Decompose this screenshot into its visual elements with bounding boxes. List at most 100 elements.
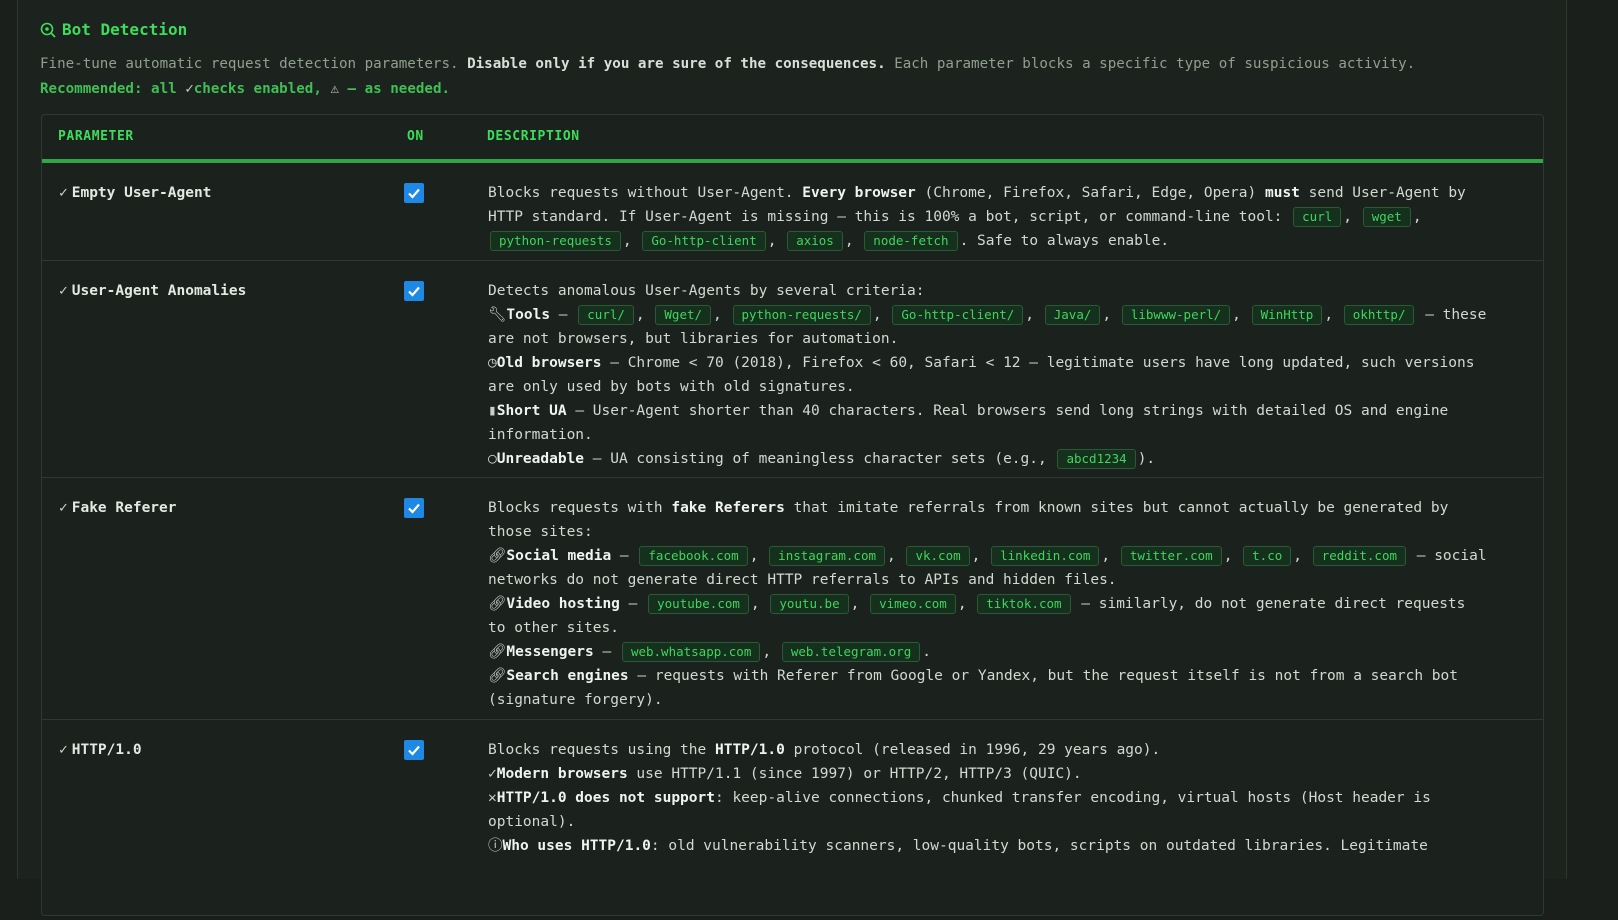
- param-label: HTTP/1.0: [71, 742, 142, 758]
- panel-right-border: [1566, 0, 1567, 879]
- desc-text: protocol (released in 1996, 29 years ago…: [793, 742, 1161, 758]
- code-tag: python-requests: [490, 231, 621, 251]
- enable-checkbox-fake-referer[interactable]: [404, 498, 424, 518]
- param-description: Blocks requests without User-Agent. Ever…: [488, 185, 1466, 251]
- rec-text-b: checks enabled,: [193, 81, 322, 97]
- code-tag: WinHttp: [1251, 305, 1323, 325]
- enable-checkbox-http10[interactable]: [404, 740, 424, 760]
- enable-checkbox-user-agent-anomalies[interactable]: [404, 281, 424, 301]
- param-name: ✓ HTTP/1.0: [59, 742, 142, 758]
- code-tag: vimeo.com: [870, 594, 956, 614]
- code-tag: youtube.com: [648, 594, 749, 614]
- code-tag: curl/: [578, 305, 634, 325]
- desc-social-media: 🔗︎Social media — facebook.com, instagram…: [488, 546, 1487, 588]
- code-tag: web.whatsapp.com: [621, 642, 761, 662]
- desc-text: Blocks requests with: [488, 500, 663, 516]
- code-tag: twitter.com: [1120, 546, 1222, 566]
- param-label: Empty User-Agent: [71, 185, 212, 201]
- table-row-user-agent-anomalies: ✓ User-Agent Anomalies Detects anomalous…: [42, 261, 1543, 478]
- code-tag: facebook.com: [639, 546, 748, 566]
- param-name: ✓ User-Agent Anomalies: [59, 283, 246, 299]
- code-tag: youtu.be: [770, 594, 849, 614]
- bar-chart-icon: ▮: [488, 403, 497, 419]
- link-icon: 🔗︎: [488, 668, 507, 684]
- desc-text: . Safe to always enable.: [959, 233, 1170, 249]
- desc-intro: Blocks requests using the HTTP/1.0 proto…: [488, 738, 1488, 762]
- drop-icon: ○: [488, 451, 497, 467]
- param-label: Fake Referer: [71, 500, 177, 516]
- desc-intro: Detects anomalous User-Agents by several…: [488, 283, 925, 299]
- desc-intro: Blocks requests with fake Referers that …: [488, 496, 1488, 544]
- desc-bold: Who uses HTTP/1.0: [502, 838, 651, 854]
- recommendation: Recommended: all ✓checks enabled, ⚠ — as…: [40, 81, 450, 97]
- desc-text: — UA consisting of meaningless character…: [592, 451, 1047, 467]
- param-description: Blocks requests using the HTTP/1.0 proto…: [488, 738, 1488, 858]
- checkmark-icon: [408, 503, 420, 514]
- code-tag: Go-http-client/: [892, 305, 1024, 325]
- desc-bold: Search engines: [506, 668, 629, 684]
- checkmark-icon: [408, 745, 420, 756]
- table-row-empty-user-agent: ✓ Empty User-Agent Blocks requests witho…: [42, 163, 1543, 261]
- param-description: Blocks requests with fake Referers that …: [488, 496, 1488, 712]
- desc-text: — Chrome < 70 (2018), Firefox < 60, Safa…: [488, 355, 1475, 395]
- desc-text: Blocks requests without User-Agent.: [488, 185, 794, 201]
- link-icon: 🔗︎: [488, 548, 507, 564]
- param-name: ✓ Empty User-Agent: [59, 185, 211, 201]
- table-row-fake-referer: ✓ Fake Referer Blocks requests with fake…: [42, 478, 1543, 720]
- wrench-icon: 🔧︎: [488, 307, 507, 323]
- section-intro: Fine-tune automatic request detection pa…: [40, 52, 1520, 102]
- code-tag: reddit.com: [1312, 546, 1406, 566]
- rec-text-a: Recommended: all: [40, 81, 177, 97]
- desc-text: Blocks requests using the: [488, 742, 707, 758]
- table-row-http10: ✓ HTTP/1.0 Blocks requests using the HTT…: [42, 720, 1543, 920]
- info-circle-icon: ⓘ: [488, 838, 503, 854]
- header-description: DESCRIPTION: [487, 129, 580, 144]
- code-tag: okhttp/: [1343, 305, 1415, 325]
- param-description: Detects anomalous User-Agents by several…: [488, 279, 1488, 471]
- desc-text: (Chrome, Firefox, Safari, Edge, Opera): [924, 185, 1257, 201]
- desc-text: — requests with Referer from Google or Y…: [488, 668, 1458, 708]
- desc-bold: Short UA: [496, 403, 567, 419]
- code-tag: libwww-perl/: [1121, 305, 1231, 325]
- desc-text: — User-Agent shorter than 40 characters.…: [488, 403, 1449, 443]
- clock-icon: ◷: [488, 355, 497, 371]
- code-tag: instagram.com: [769, 546, 886, 566]
- checkmark-icon: ✓: [59, 283, 68, 299]
- code-tag: axios: [787, 231, 843, 251]
- desc-bold: HTTP/1.0 does not support: [496, 790, 715, 806]
- desc-bold: Unreadable: [496, 451, 585, 467]
- code-tag: Wget/: [655, 305, 712, 325]
- desc-modern-browsers: ✓Modern browsers use HTTP/1.1 (since 199…: [488, 762, 1488, 786]
- desc-bold: Every browser: [802, 185, 916, 201]
- desc-bold: HTTP/1.0: [714, 742, 785, 758]
- desc-bold: Messengers: [506, 644, 594, 660]
- checkmark-icon: ✓: [59, 742, 68, 758]
- link-icon: 🔗︎: [488, 644, 507, 660]
- code-tag: web.telegram.org: [781, 642, 921, 662]
- checkmark-icon: ✓: [185, 81, 194, 97]
- desc-tools: 🔧︎Tools — curl/, Wget/, python-requests/…: [488, 305, 1487, 347]
- desc-video-hosting: 🔗︎Video hosting — youtube.com, youtu.be,…: [488, 594, 1466, 636]
- desc-short-ua: ▮Short UA — User-Agent shorter than 40 c…: [488, 399, 1488, 447]
- code-tag: Go-http-client: [642, 231, 766, 251]
- desc-bold: Tools: [506, 307, 551, 323]
- intro-text: Fine-tune automatic request detection pa…: [40, 56, 459, 72]
- code-tag: linkedin.com: [991, 546, 1100, 566]
- search-shield-icon: [40, 22, 56, 38]
- warning-triangle-icon: ⚠: [330, 81, 339, 97]
- code-tag: vk.com: [906, 546, 970, 566]
- code-tag: python-requests/: [732, 305, 871, 325]
- intro-text-2: Each parameter blocks a specific type of…: [894, 56, 1416, 72]
- checkmark-icon: ✓: [59, 185, 68, 201]
- checkmark-icon: [408, 286, 420, 297]
- checkmark-icon: ✓: [488, 766, 497, 782]
- intro-warning: Disable only if you are sure of the cons…: [467, 56, 886, 72]
- link-icon: 🔗︎: [488, 596, 507, 612]
- param-label: User-Agent Anomalies: [71, 283, 247, 299]
- desc-old-browsers: ◷Old browsers — Chrome < 70 (2018), Fire…: [488, 351, 1488, 399]
- enable-checkbox-empty-user-agent[interactable]: [404, 183, 424, 203]
- desc-text: : old vulnerability scanners, low-qualit…: [650, 838, 1428, 854]
- desc-bold: must: [1264, 185, 1300, 201]
- desc-bold: Old browsers: [496, 355, 602, 371]
- desc-not-supported: ✕HTTP/1.0 does not support: keep-alive c…: [488, 786, 1488, 834]
